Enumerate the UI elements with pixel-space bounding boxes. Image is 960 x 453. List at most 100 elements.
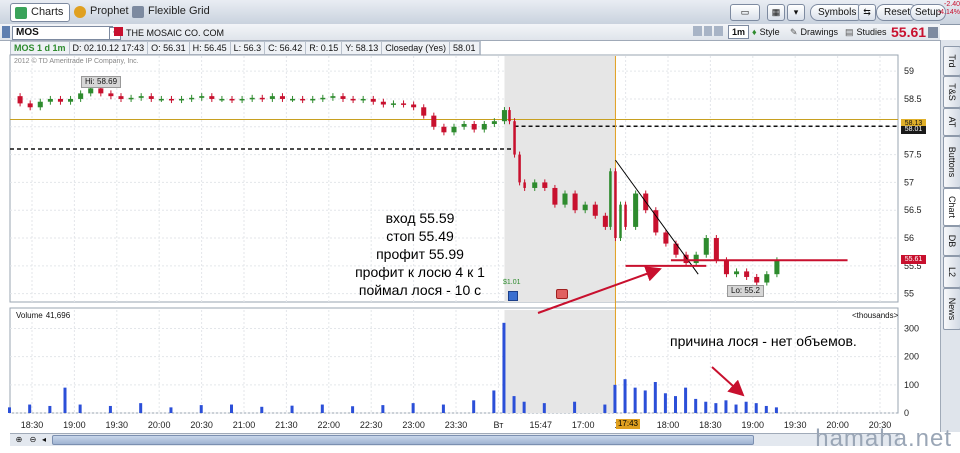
x-tick-label: 20:30 xyxy=(190,420,213,430)
tab-label: Prophet xyxy=(90,5,129,17)
candle-body xyxy=(68,98,74,102)
scroll-left-icon[interactable]: ◂ xyxy=(42,435,50,444)
x-tick-label: 17:00 xyxy=(572,420,595,430)
crosshair-icon[interactable] xyxy=(693,26,702,36)
candle-body xyxy=(78,93,84,99)
y-tick-label: 56 xyxy=(904,233,914,243)
change-percent: -4.14% xyxy=(937,9,960,16)
studies-button[interactable]: ▤ Studies xyxy=(845,26,887,38)
candle-body xyxy=(542,182,548,188)
symbol-input[interactable]: MOS xyxy=(12,26,113,40)
scroll-thumb[interactable] xyxy=(52,435,754,445)
volume-bar xyxy=(744,401,748,413)
candle-body xyxy=(774,260,780,275)
candle-body xyxy=(602,215,608,227)
chart-tool-icons[interactable] xyxy=(693,26,724,38)
volume-bar xyxy=(139,403,143,413)
volume-bar xyxy=(351,406,355,413)
candle-body xyxy=(572,193,578,211)
side-tab-chart[interactable]: Chart xyxy=(943,188,960,226)
style-button[interactable]: ♦ Style xyxy=(752,26,780,38)
volume-arrow xyxy=(711,366,745,397)
cursor-icon[interactable] xyxy=(703,26,713,36)
volume-bar xyxy=(734,404,738,413)
volume-bar xyxy=(603,404,607,413)
annotation-line: поймал лося - 10 с xyxy=(358,282,482,298)
link-color-icon[interactable] xyxy=(2,26,10,38)
session-shade xyxy=(504,56,616,302)
copyright-notice: 2012 © TD Ameritrade IP Company, Inc. xyxy=(14,58,139,65)
side-tab-db[interactable]: DB xyxy=(943,226,960,256)
zoom-in-icon[interactable]: ⊕ xyxy=(14,435,24,444)
grid-layout-icon[interactable]: ▦ xyxy=(767,4,785,21)
candle-body xyxy=(350,98,356,101)
volume-bar xyxy=(643,390,647,413)
side-tab-buttons[interactable]: Buttons xyxy=(943,136,960,188)
volume-tick-label: 300 xyxy=(904,323,919,333)
candle-body xyxy=(431,115,437,127)
annotation-line: стоп 55.49 xyxy=(386,228,454,244)
side-tab-at[interactable]: AT xyxy=(943,108,960,136)
candle-body xyxy=(279,96,285,99)
volume-bar xyxy=(78,404,82,413)
candle-body xyxy=(734,271,740,275)
annotation-line: вход 55.59 xyxy=(385,210,455,226)
volume-bar xyxy=(8,407,11,413)
link-icon[interactable]: ⇆ xyxy=(858,4,876,21)
last-price-label: 55.61 xyxy=(901,255,926,264)
volume-annotation: причина лося - нет объемов. xyxy=(670,333,857,349)
candle-body xyxy=(199,96,205,98)
volume-bar xyxy=(290,405,294,413)
tab-label: Charts xyxy=(31,6,64,18)
candle-body xyxy=(179,98,185,101)
candle-body xyxy=(754,276,760,283)
high-label: Hi: 58.69 xyxy=(81,76,122,88)
candle-body xyxy=(168,98,174,101)
candle-body xyxy=(380,101,386,105)
x-tick-label: 22:30 xyxy=(360,420,383,430)
side-tabs: Trd T&S AT Buttons Chart DB L2 News xyxy=(940,40,960,432)
volume-bar xyxy=(774,407,778,413)
side-tab-label: News xyxy=(947,297,957,321)
candle-body xyxy=(619,204,622,239)
timeframe-button[interactable]: 1m xyxy=(728,25,750,39)
tab-flexible-grid[interactable]: Flexible Grid xyxy=(128,3,216,20)
dividend-icon[interactable] xyxy=(556,289,568,299)
candle-body xyxy=(249,97,255,100)
candle-body xyxy=(390,103,396,105)
candle-body xyxy=(614,171,617,239)
candle-body xyxy=(532,182,538,188)
prev-close-label-2: 58.01 xyxy=(901,126,926,134)
side-tab-l2[interactable]: L2 xyxy=(943,256,960,288)
volume-bar xyxy=(653,382,657,413)
side-tab-news[interactable]: News xyxy=(943,288,960,330)
x-tick-label: 18:30 xyxy=(699,420,722,430)
symbols-button[interactable]: Symbols xyxy=(810,4,865,21)
x-tick-label: 19:00 xyxy=(742,420,765,430)
volume-header: Volume 41,696 xyxy=(16,311,70,320)
drawings-button[interactable]: ✎ Drawings xyxy=(790,26,838,38)
tab-label: Flexible Grid xyxy=(148,5,210,17)
candle-body xyxy=(582,204,588,211)
volume-bar xyxy=(764,405,768,413)
layout-button[interactable]: ▭ xyxy=(730,4,760,21)
expand-icon[interactable] xyxy=(928,27,938,38)
chevron-down-icon[interactable]: ▾ xyxy=(787,4,805,21)
x-tick-label: 22:00 xyxy=(318,420,341,430)
volume-bar xyxy=(472,400,476,413)
candle-body xyxy=(491,121,497,124)
volume-panel-frame xyxy=(9,307,899,414)
change-readout: -2.40 -4.14% xyxy=(934,1,960,17)
candle-body xyxy=(481,123,487,130)
zoom-icon[interactable] xyxy=(714,26,724,36)
side-tab-ts[interactable]: T&S xyxy=(943,76,960,108)
tab-prophet[interactable]: Prophet xyxy=(70,3,135,20)
candle-body xyxy=(88,88,94,94)
zoom-out-icon[interactable]: ⊖ xyxy=(28,435,38,444)
pencil-icon: ✎ xyxy=(790,27,798,37)
side-tab-trd[interactable]: Trd xyxy=(943,46,960,76)
volume-bar xyxy=(502,322,506,413)
volume-bar xyxy=(674,396,677,413)
x-tick-label: Вт xyxy=(493,420,503,430)
tab-charts[interactable]: Charts xyxy=(10,3,71,22)
